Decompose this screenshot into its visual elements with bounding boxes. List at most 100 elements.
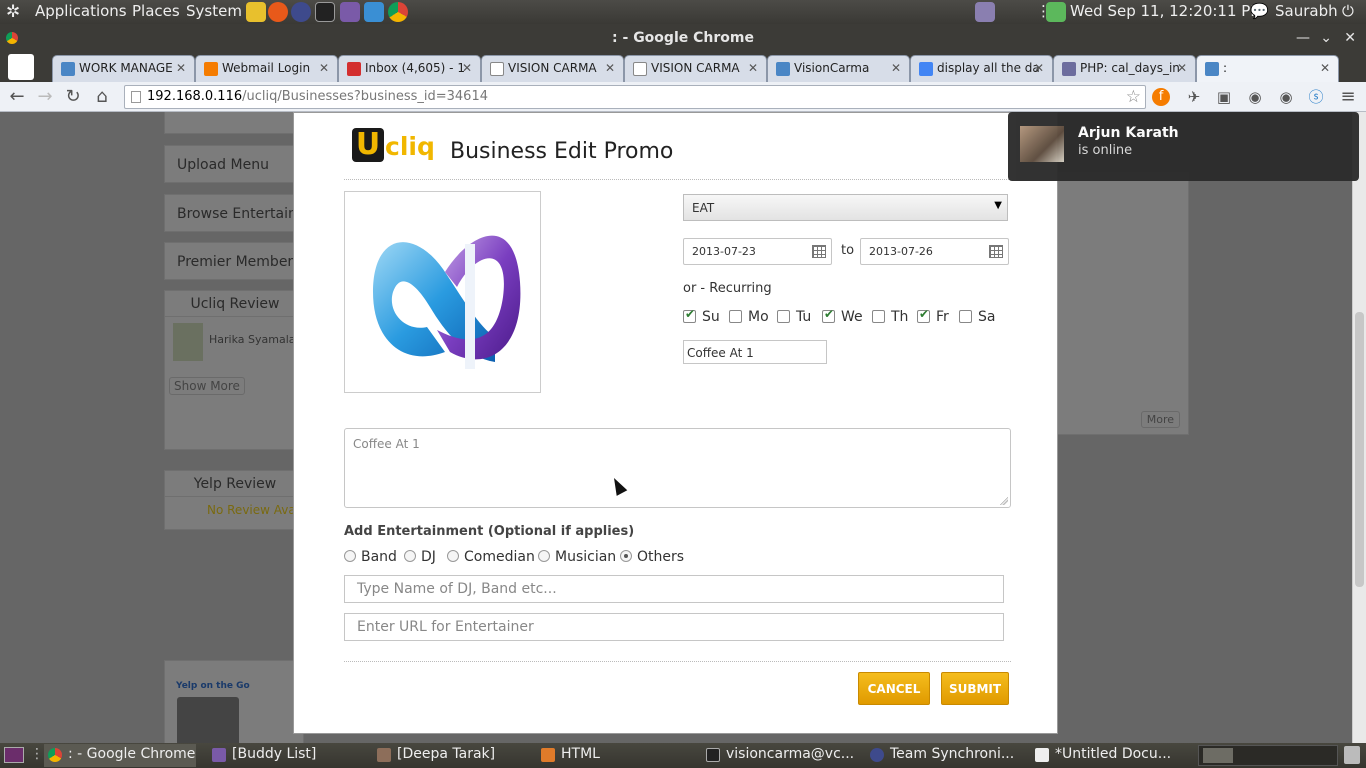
task-untitled-document[interactable]: *Untitled Docu... — [1031, 744, 1189, 767]
workspace-active[interactable] — [1203, 748, 1233, 763]
terminal-launcher-icon[interactable] — [315, 2, 335, 22]
checkbox-icon[interactable] — [959, 310, 972, 323]
bg-upload-menu[interactable]: Upload Menu — [164, 145, 304, 183]
checkbox-checked-icon[interactable] — [683, 307, 696, 323]
tab-inbox[interactable]: Inbox (4,605) - 1 ✕ — [338, 55, 481, 82]
task-html-folder[interactable]: HTML — [537, 744, 695, 767]
network-icon[interactable] — [1046, 2, 1066, 22]
cancel-button[interactable]: CANCEL — [858, 672, 930, 705]
checkbox-checked-icon[interactable] — [822, 307, 835, 323]
entertainer-url-input[interactable]: Enter URL for Entertainer — [344, 613, 1004, 641]
extension-tool-icon[interactable]: ✈ — [1183, 86, 1205, 108]
radio-icon[interactable] — [538, 550, 550, 562]
radio-others[interactable]: Others — [620, 549, 684, 565]
close-window-icon[interactable]: ✕ — [1344, 24, 1356, 52]
user-name[interactable]: Saurabh — [1275, 2, 1338, 20]
tab-close-icon[interactable]: ✕ — [605, 61, 615, 75]
show-desktop-icon[interactable] — [4, 747, 24, 763]
promo-description-textarea[interactable]: Coffee At 1 — [344, 428, 1011, 508]
firefox-launcher-icon[interactable] — [268, 2, 288, 22]
ubuntu-logo-icon[interactable]: ✲ — [6, 2, 20, 22]
extension-circle-2-icon[interactable]: ◉ — [1275, 86, 1297, 108]
trash-icon[interactable] — [1344, 746, 1360, 764]
extension-screenshot-icon[interactable]: ▣ — [1213, 86, 1235, 108]
calendar-icon[interactable] — [812, 245, 826, 258]
pidgin-launcher-icon[interactable] — [340, 2, 360, 22]
profile-avatar-icon[interactable] — [8, 54, 34, 80]
chrome-launcher-icon[interactable] — [388, 2, 408, 22]
maximize-icon[interactable]: ⌄ — [1320, 24, 1332, 52]
promo-image[interactable] — [344, 191, 541, 393]
day-checkbox-sa[interactable]: Sa — [959, 309, 995, 325]
eclipse-launcher-icon[interactable] — [291, 2, 311, 22]
online-notification[interactable]: Arjun Karath is online — [1008, 112, 1359, 181]
tab-work-manage[interactable]: WORK MANAGE ✕ — [52, 55, 195, 82]
tab-php-docs[interactable]: PHP: cal_days_in ✕ — [1053, 55, 1196, 82]
radio-comedian[interactable]: Comedian — [447, 549, 535, 565]
task-buddy-list[interactable]: [Buddy List] — [208, 744, 364, 767]
applications-menu[interactable]: Applications — [35, 2, 127, 20]
tab-close-icon[interactable]: ✕ — [319, 61, 329, 75]
checkbox-icon[interactable] — [777, 310, 790, 323]
page-scrollbar[interactable] — [1352, 112, 1366, 743]
promo-name-input[interactable]: Coffee At 1 — [683, 340, 827, 364]
day-checkbox-fr[interactable]: Fr — [917, 307, 949, 325]
chat-bubble-icon[interactable]: 💬 — [1250, 2, 1269, 20]
bookmark-star-icon[interactable]: ☆ — [1126, 86, 1141, 108]
bg-browse-entertainers[interactable]: Browse Entertaine — [164, 194, 304, 232]
task-team-synchronize[interactable]: Team Synchroni... — [866, 744, 1024, 767]
bg-show-more-button[interactable]: Show More — [169, 377, 245, 395]
address-bar[interactable]: 192.168.0.116/ucliq/Businesses?business_… — [124, 85, 1146, 109]
calendar-icon[interactable] — [989, 245, 1003, 258]
radio-musician[interactable]: Musician — [538, 549, 616, 565]
checkbox-icon[interactable] — [872, 310, 885, 323]
radio-icon[interactable] — [344, 550, 356, 562]
radio-dj[interactable]: DJ — [404, 549, 436, 565]
back-icon[interactable]: ← — [6, 86, 28, 108]
day-checkbox-th[interactable]: Th — [872, 309, 908, 325]
text-editor-launcher-icon[interactable] — [246, 2, 266, 22]
clock[interactable]: Wed Sep 11, 12:20:11 PM — [1070, 2, 1263, 20]
day-checkbox-su[interactable]: Su — [683, 307, 720, 325]
tab-google-search[interactable]: display all the da ✕ — [910, 55, 1053, 82]
day-checkbox-mo[interactable]: Mo — [729, 309, 769, 325]
workspace-switcher[interactable] — [1198, 745, 1338, 766]
resize-grip-icon[interactable] — [1000, 497, 1008, 505]
checkbox-checked-icon[interactable] — [917, 307, 930, 323]
minimize-icon[interactable]: — — [1296, 24, 1310, 52]
forward-icon[interactable]: → — [34, 86, 56, 108]
power-icon[interactable]: ⏻ — [1342, 2, 1354, 20]
tab-close-icon[interactable]: ✕ — [1320, 61, 1330, 75]
chrome-menu-icon[interactable]: ≡ — [1337, 86, 1359, 108]
tab-close-icon[interactable]: ✕ — [462, 61, 472, 75]
tab-close-icon[interactable]: ✕ — [1034, 61, 1044, 75]
radio-icon[interactable] — [447, 550, 459, 562]
extension-skype-icon[interactable]: ⓢ — [1305, 86, 1327, 108]
indicator-icon[interactable] — [975, 2, 995, 22]
tab-close-icon[interactable]: ✕ — [748, 61, 758, 75]
day-checkbox-we[interactable]: We — [822, 307, 863, 325]
system-menu[interactable]: System — [186, 2, 242, 20]
extension-f-icon[interactable]: f — [1152, 88, 1170, 106]
task-google-chrome[interactable]: : - Google Chrome — [44, 744, 196, 767]
bg-more-button[interactable]: More — [1140, 411, 1180, 428]
radio-selected-icon[interactable] — [620, 550, 632, 562]
checkbox-icon[interactable] — [729, 310, 742, 323]
app-launcher-icon[interactable] — [364, 2, 384, 22]
places-menu[interactable]: Places — [132, 2, 180, 20]
day-checkbox-tu[interactable]: Tu — [777, 309, 811, 325]
entertainer-name-input[interactable]: Type Name of DJ, Band etc... — [344, 575, 1004, 603]
end-date-input[interactable]: 2013-07-26 — [860, 238, 1009, 265]
tab-webmail[interactable]: Webmail Login ✕ — [195, 55, 338, 82]
task-terminal[interactable]: visioncarma@vc... — [702, 744, 860, 767]
submit-button[interactable]: SUBMIT — [941, 672, 1009, 705]
bg-premier-members[interactable]: Premier Members — [164, 242, 304, 280]
scrollbar-thumb[interactable] — [1355, 312, 1364, 587]
tab-close-icon[interactable]: ✕ — [891, 61, 901, 75]
radio-band[interactable]: Band — [344, 549, 397, 565]
tab-vision-carma-2[interactable]: VISION CARMA ✕ — [624, 55, 767, 82]
reload-icon[interactable]: ↻ — [62, 86, 84, 108]
tab-visioncarma[interactable]: VisionCarma ✕ — [767, 55, 910, 82]
category-select[interactable]: EAT ▼ — [683, 194, 1008, 221]
start-date-input[interactable]: 2013-07-23 — [683, 238, 832, 265]
